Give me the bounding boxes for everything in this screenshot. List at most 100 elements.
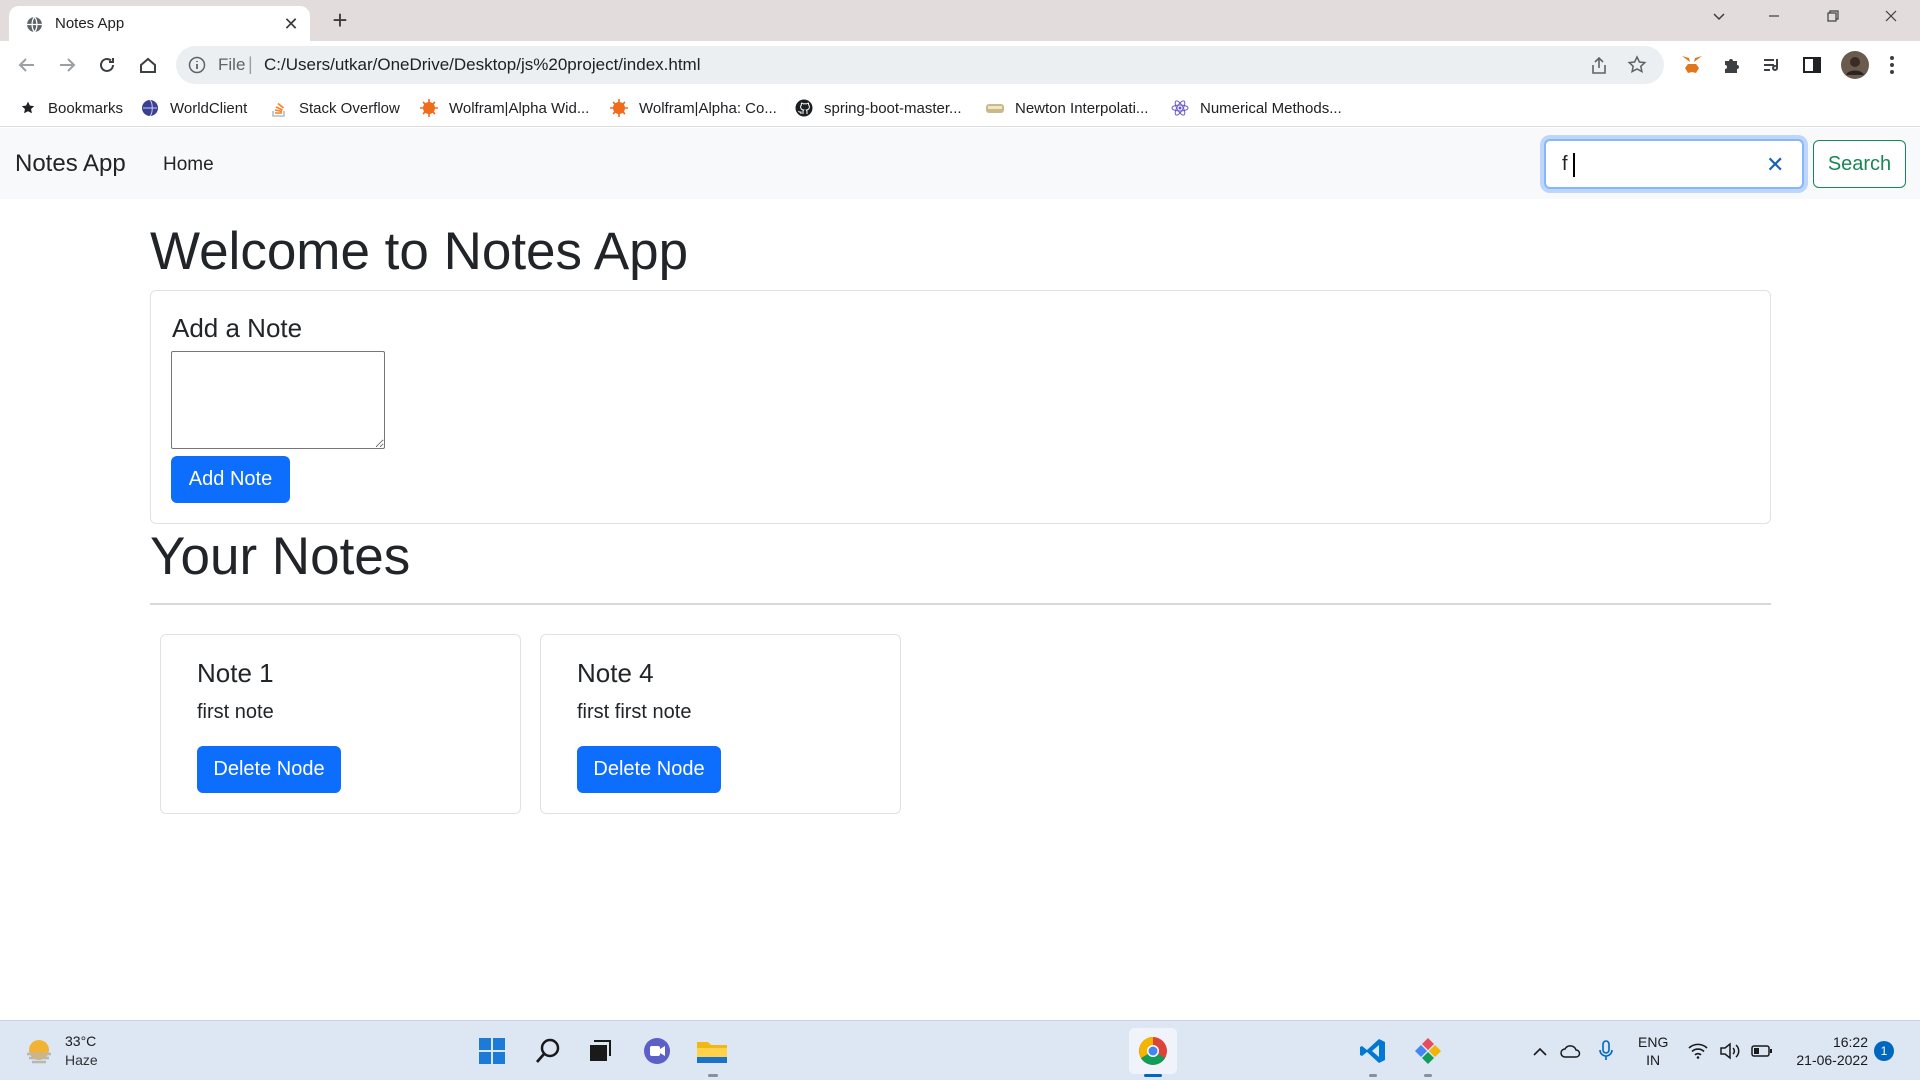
task-view-icon[interactable] (582, 1033, 618, 1069)
nav-home-link[interactable]: Home (163, 154, 214, 176)
divider (150, 603, 1771, 605)
clock-date: 21-06-2022 (1796, 1052, 1868, 1068)
show-hidden-icons-chevron-icon[interactable] (1528, 1039, 1552, 1063)
bookmark-label: WorldClient (170, 99, 248, 117)
app-diamond-icon[interactable] (1410, 1033, 1446, 1069)
windows-taskbar: 33°C Haze ENG IN 16:22 21-06-2022 1 (0, 1020, 1920, 1080)
bookmark-item[interactable]: Bookmarks (18, 97, 123, 119)
bookmark-item[interactable]: Newton Interpolati... (985, 97, 1148, 119)
url-scheme: File (218, 55, 246, 74)
side-panel-icon[interactable] (1800, 53, 1824, 77)
note-textarea[interactable] (171, 351, 385, 449)
active-indicator (1144, 1074, 1162, 1077)
bookmark-label: Bookmarks (48, 99, 124, 117)
close-window-icon[interactable] (1873, 4, 1909, 34)
page-icon (985, 98, 1005, 118)
share-icon[interactable] (1589, 56, 1609, 76)
forward-icon[interactable] (52, 50, 82, 80)
chat-icon[interactable] (639, 1033, 675, 1069)
search-input[interactable]: f ✕ (1544, 139, 1804, 189)
atom-icon (1170, 98, 1190, 118)
bookmark-item[interactable]: Stack Overflow (269, 97, 400, 119)
bookmark-label: Wolfram|Alpha: Co... (639, 99, 777, 117)
delete-note-button[interactable]: Delete Node (577, 746, 721, 793)
minimize-icon[interactable] (1756, 4, 1792, 34)
restore-icon[interactable] (1815, 4, 1851, 34)
tab-strip: Notes App ✕ + (0, 0, 1920, 41)
star-icon (18, 98, 38, 118)
add-note-button[interactable]: Add Note (171, 456, 290, 503)
language-code: ENG (1638, 1034, 1669, 1050)
delete-note-button[interactable]: Delete Node (197, 746, 341, 793)
bookmark-label: spring-boot-master... (824, 99, 962, 117)
bookmark-item[interactable]: Numerical Methods... (1170, 97, 1342, 119)
file-explorer-icon[interactable] (694, 1033, 730, 1069)
add-note-title: Add a Note (172, 313, 303, 343)
bookmark-item[interactable]: spring-boot-master... (794, 97, 962, 119)
close-tab-icon[interactable]: ✕ (281, 14, 301, 34)
url-text[interactable]: C:/Users/utkar/OneDrive/Desktop/js%20pro… (264, 55, 701, 75)
globe-icon (27, 16, 42, 33)
profile-avatar[interactable] (1841, 51, 1869, 79)
bookmark-item[interactable]: WorldClient (140, 97, 247, 119)
home-icon[interactable] (133, 50, 163, 80)
bookmarks-bar: Bookmarks WorldClient Stack Overflow Wol… (0, 89, 1920, 127)
address-bar[interactable]: File | C:/Users/utkar/OneDrive/Desktop/j… (176, 46, 1664, 84)
region-code: IN (1646, 1052, 1661, 1068)
app-navbar: Notes App Home f ✕ Search (0, 128, 1920, 199)
note-title: Note 4 (577, 658, 654, 688)
note-title: Note 1 (197, 658, 274, 688)
weather-temperature[interactable]: 33°C (65, 1033, 96, 1049)
clock-time: 16:22 (1832, 1034, 1868, 1050)
metamask-fox-icon[interactable] (1680, 53, 1704, 77)
browser-tab[interactable]: Notes App ✕ (9, 6, 310, 41)
running-indicator (1424, 1074, 1432, 1077)
search-input-value: f (1562, 153, 1568, 175)
running-indicator (708, 1074, 718, 1077)
weather-description[interactable]: Haze (65, 1052, 98, 1068)
bookmark-item[interactable]: Wolfram|Alpha Wid... (419, 97, 589, 119)
windows-start-icon[interactable] (474, 1033, 510, 1069)
onedrive-cloud-icon[interactable] (1559, 1039, 1583, 1063)
url-separator: | (248, 54, 253, 74)
search-icon[interactable] (530, 1033, 566, 1069)
stackoverflow-icon (269, 98, 289, 118)
weather-haze-icon[interactable] (24, 1036, 54, 1066)
github-icon (794, 98, 814, 118)
notification-badge[interactable]: 1 (1874, 1041, 1894, 1061)
info-icon[interactable] (188, 56, 206, 74)
browser-toolbar: File | C:/Users/utkar/OneDrive/Desktop/j… (0, 41, 1920, 89)
wolfram-icon (419, 98, 439, 118)
wolfram-icon (609, 98, 629, 118)
extensions-puzzle-icon[interactable] (1720, 53, 1744, 77)
chrome-icon[interactable] (1135, 1033, 1171, 1069)
wifi-icon[interactable] (1686, 1039, 1710, 1063)
brand-link[interactable]: Notes App (15, 150, 126, 178)
bookmark-label: Newton Interpolati... (1015, 99, 1149, 117)
bookmark-label: Wolfram|Alpha Wid... (449, 99, 590, 117)
reload-icon[interactable] (92, 50, 122, 80)
your-notes-heading: Your Notes (150, 527, 411, 586)
system-clock[interactable]: 16:22 21-06-2022 (1788, 1033, 1868, 1069)
bookmark-star-icon[interactable] (1627, 55, 1647, 75)
note-text: first first note (577, 701, 692, 723)
bookmark-label: Numerical Methods... (1200, 99, 1342, 117)
more-menu-icon[interactable] (1880, 53, 1904, 77)
microphone-icon[interactable] (1594, 1039, 1618, 1063)
back-icon[interactable] (12, 50, 42, 80)
volume-icon[interactable] (1718, 1039, 1742, 1063)
note-card: Note 4 first first note Delete Node (540, 634, 901, 814)
add-note-card: Add a Note Add Note (150, 290, 1771, 524)
clear-search-icon[interactable]: ✕ (1766, 152, 1784, 178)
bookmark-item[interactable]: Wolfram|Alpha: Co... (609, 97, 777, 119)
reading-list-icon[interactable] (1760, 53, 1784, 77)
running-indicator (1369, 1074, 1377, 1077)
battery-icon[interactable] (1750, 1039, 1774, 1063)
tab-search-chevron-icon[interactable] (1701, 4, 1737, 34)
search-button[interactable]: Search (1813, 140, 1906, 188)
vscode-icon[interactable] (1355, 1033, 1391, 1069)
language-indicator[interactable]: ENG IN (1638, 1033, 1668, 1069)
new-tab-button[interactable]: + (326, 6, 354, 34)
globe-icon (140, 98, 160, 118)
text-caret (1573, 153, 1575, 177)
